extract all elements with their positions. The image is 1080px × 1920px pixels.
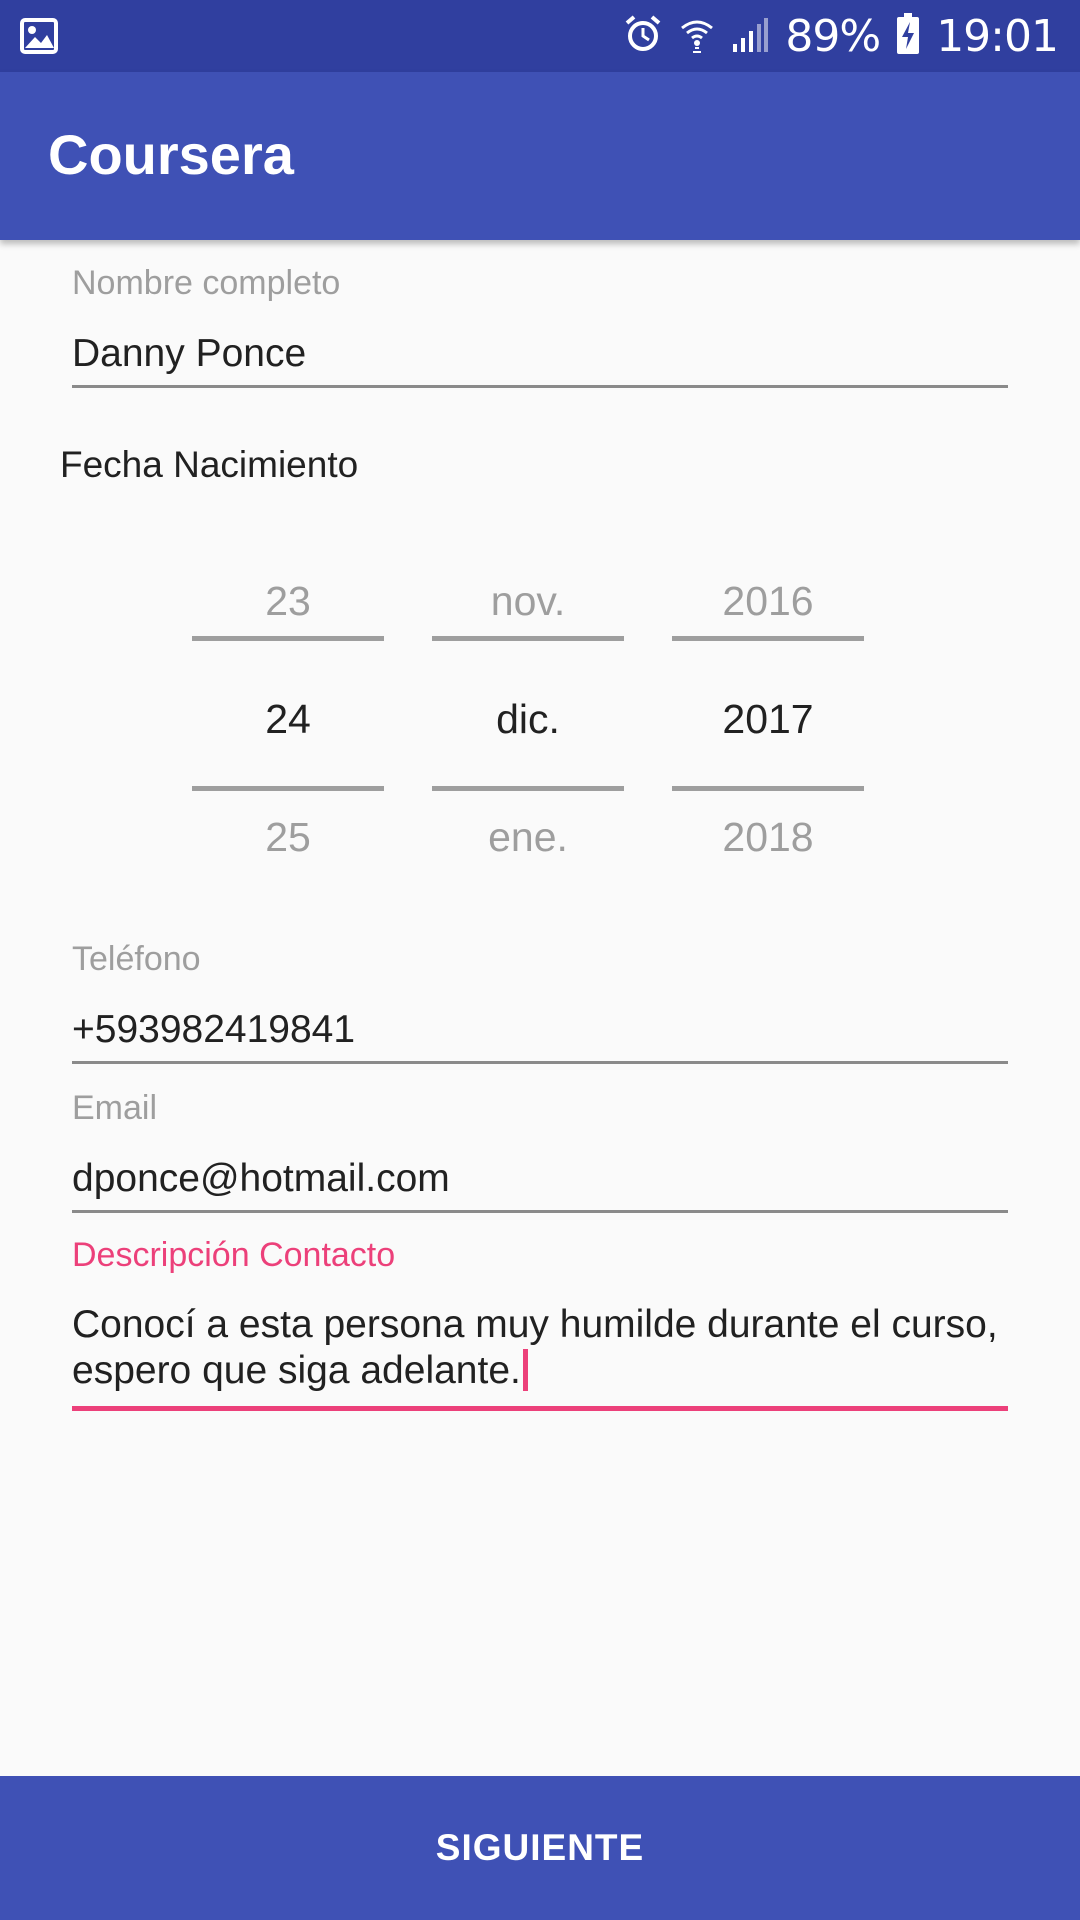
app-bar: Coursera — [0, 72, 1080, 240]
phone-field[interactable]: Teléfono +593982419841 — [72, 936, 1008, 1066]
image-icon — [20, 18, 58, 59]
day-divider-bottom — [192, 786, 384, 791]
year-picker[interactable]: 2016 2017 2018 — [672, 560, 864, 860]
year-next[interactable]: 2018 — [672, 814, 864, 861]
phone-input[interactable]: +593982419841 — [72, 1008, 355, 1052]
day-selected[interactable]: 24 — [192, 696, 384, 743]
email-field[interactable]: Email dponce@hotmail.com — [72, 1085, 1008, 1215]
status-bar: 89% 19:01 — [0, 0, 1080, 72]
day-picker[interactable]: 23 24 25 — [192, 560, 384, 860]
alarm-icon — [623, 14, 663, 59]
month-next[interactable]: ene. — [432, 814, 624, 861]
next-button-label: SIGUIENTE — [435, 1827, 645, 1868]
wifi-icon — [679, 14, 715, 59]
text-cursor — [522, 1349, 528, 1391]
birthdate-label: Fecha Nacimiento — [60, 444, 359, 485]
email-input[interactable]: dponce@hotmail.com — [72, 1157, 450, 1201]
month-picker[interactable]: nov. dic. ene. — [432, 560, 624, 860]
year-divider-bottom — [672, 786, 864, 791]
name-underline — [72, 385, 1008, 388]
signal-icon — [731, 14, 769, 59]
name-field[interactable]: Nombre completo Danny Ponce — [72, 260, 1008, 390]
month-divider-top — [432, 636, 624, 641]
description-label: Descripción Contacto — [72, 1236, 396, 1274]
description-underline — [72, 1406, 1008, 1411]
description-text: Conocí a esta persona muy humilde durant… — [72, 1303, 998, 1392]
day-prev[interactable]: 23 — [192, 578, 384, 625]
name-label: Nombre completo — [72, 264, 341, 302]
day-divider-top — [192, 636, 384, 641]
year-selected[interactable]: 2017 — [672, 696, 864, 743]
description-input[interactable]: Conocí a esta persona muy humilde durant… — [72, 1302, 1008, 1394]
battery-charging-icon — [896, 12, 920, 60]
month-divider-bottom — [432, 786, 624, 791]
year-prev[interactable]: 2016 — [672, 578, 864, 625]
app-title: Coursera — [48, 123, 294, 186]
battery-percent: 89% — [785, 10, 881, 62]
phone-underline — [72, 1061, 1008, 1064]
name-input[interactable]: Danny Ponce — [72, 332, 306, 376]
month-prev[interactable]: nov. — [432, 578, 624, 625]
day-next[interactable]: 25 — [192, 814, 384, 861]
description-field[interactable]: Descripción Contacto Conocí a esta perso… — [72, 1232, 1008, 1412]
year-divider-top — [672, 636, 864, 641]
next-button[interactable]: SIGUIENTE — [0, 1776, 1080, 1920]
email-underline — [72, 1210, 1008, 1213]
phone-label: Teléfono — [72, 940, 201, 978]
email-label: Email — [72, 1089, 158, 1127]
month-selected[interactable]: dic. — [432, 696, 624, 743]
clock: 19:01 — [936, 10, 1059, 62]
